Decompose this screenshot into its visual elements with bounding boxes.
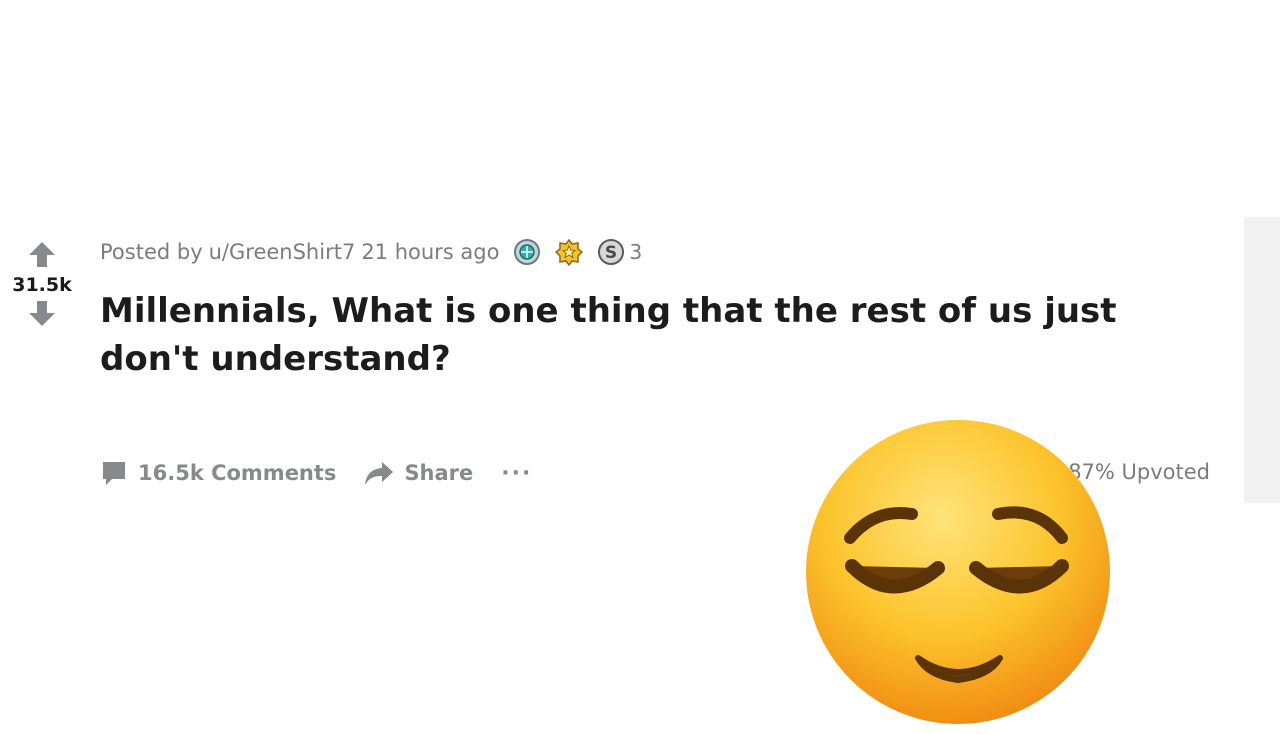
award-count: 3 — [629, 240, 643, 264]
more-options-icon: ··· — [501, 460, 533, 486]
share-button[interactable]: Share — [364, 459, 473, 487]
posted-by-label: Posted by — [100, 240, 203, 264]
post-title[interactable]: Millennials, What is one thing that the … — [100, 287, 1220, 383]
vote-column: 31.5k — [0, 237, 84, 330]
right-gutter — [1244, 217, 1280, 503]
comments-button[interactable]: 16.5k Comments — [100, 459, 336, 487]
downvote-button[interactable] — [27, 300, 57, 330]
downvote-arrow-icon — [29, 301, 55, 326]
post-actions: 16.5k Comments Share ··· — [100, 455, 532, 491]
author-link[interactable]: u/GreenShirt7 — [209, 240, 356, 264]
silver-award-icon[interactable]: S — [597, 238, 625, 266]
comment-bubble-icon — [103, 462, 125, 485]
upvote-button[interactable] — [27, 240, 57, 270]
more-options-button[interactable]: ··· — [501, 461, 532, 486]
vote-score: 31.5k — [12, 274, 72, 296]
relieved-face-emoji — [806, 420, 1110, 724]
svg-text:S: S — [605, 243, 617, 263]
post-time: 21 hours ago — [361, 240, 500, 264]
platinum-award-icon[interactable] — [513, 238, 541, 266]
post-meta: Posted by u/GreenShirt7 21 hours ago S 3 — [100, 237, 642, 267]
share-arrow-icon — [365, 462, 394, 485]
share-label: Share — [404, 461, 474, 485]
upvote-arrow-icon — [29, 242, 55, 267]
gold-award-icon[interactable] — [555, 238, 584, 266]
comments-label: 16.5k Comments — [138, 461, 337, 485]
